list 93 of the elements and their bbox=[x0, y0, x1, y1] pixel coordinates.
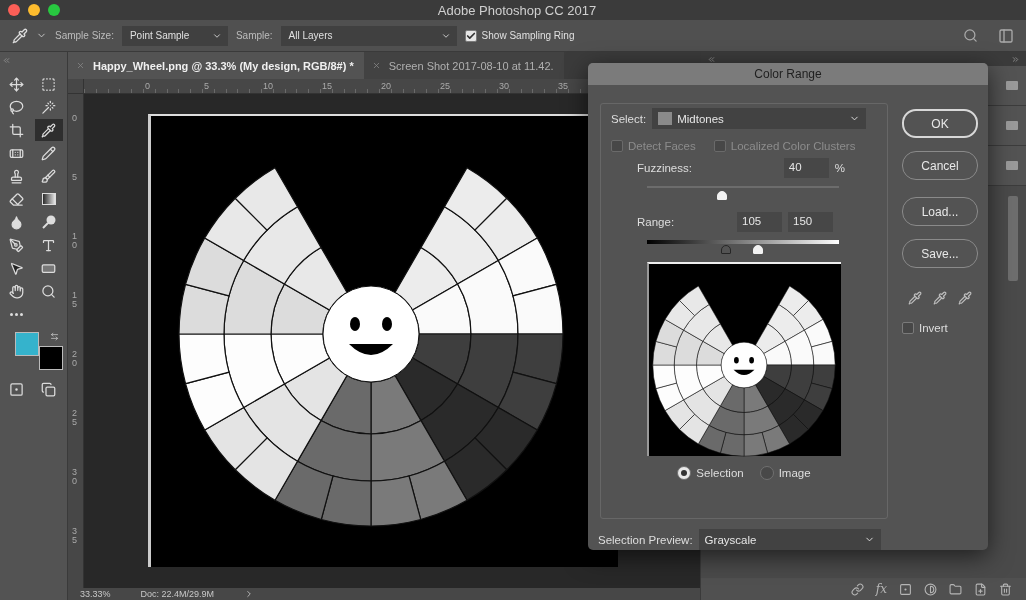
pointer-icon bbox=[9, 260, 24, 276]
more-icon bbox=[10, 312, 23, 316]
close-icon[interactable] bbox=[371, 61, 381, 70]
document-tab[interactable]: Screen Shot 2017-08-10 at 11.42. bbox=[363, 52, 564, 79]
eyedropper-icon[interactable] bbox=[12, 27, 28, 44]
range-field[interactable]: 105 bbox=[737, 212, 782, 232]
dialog-button[interactable]: Cancel bbox=[902, 151, 978, 180]
wand-icon bbox=[41, 99, 56, 115]
fuzziness-label: Fuzziness: bbox=[637, 162, 692, 174]
zoom-level: 33.33% bbox=[80, 588, 111, 600]
ruler-label: 15 bbox=[72, 291, 77, 312]
ruler-label: 15 bbox=[321, 80, 333, 93]
drop-icon bbox=[9, 214, 24, 230]
eraser-icon bbox=[9, 191, 24, 207]
checkbox-label: Show Sampling Ring bbox=[481, 30, 575, 41]
select-label: Select: bbox=[611, 112, 647, 125]
fx-button[interactable]: fx bbox=[875, 582, 887, 596]
ruler-label: 0 bbox=[72, 114, 77, 125]
ruler-label: 10 bbox=[72, 232, 77, 253]
search-icon[interactable] bbox=[963, 28, 978, 43]
half-circle-icon[interactable] bbox=[924, 582, 937, 596]
mask-icon bbox=[9, 381, 24, 397]
lollipop-icon bbox=[41, 215, 56, 229]
screens-icon bbox=[41, 381, 56, 397]
radio-button[interactable]: Image bbox=[759, 466, 811, 480]
ruler-label: 20 bbox=[72, 350, 77, 371]
ruler-label: 35 bbox=[72, 527, 77, 548]
selection-preview-dropdown[interactable]: Grayscale bbox=[698, 529, 881, 550]
eyedropper-plus-icon[interactable] bbox=[933, 291, 947, 305]
pencil-icon bbox=[41, 145, 56, 161]
dialog-title: Color Range bbox=[588, 63, 988, 85]
gradient-icon bbox=[41, 193, 56, 205]
document-size: Doc: 22.4M/29.9M bbox=[140, 588, 215, 600]
close-button[interactable] bbox=[8, 4, 20, 16]
percent-label: % bbox=[834, 162, 845, 174]
checkbox-label: Detect Faces bbox=[628, 140, 696, 152]
trash-icon[interactable] bbox=[999, 582, 1012, 596]
ruler-label: 10 bbox=[262, 80, 274, 93]
link-icon[interactable] bbox=[850, 582, 864, 596]
checkbox-label: Invert bbox=[919, 322, 948, 334]
select-dropdown[interactable]: Midtones bbox=[652, 108, 867, 129]
ruler-label: 25 bbox=[439, 80, 451, 93]
background-swatch[interactable] bbox=[38, 346, 63, 370]
ruler-label: 5 bbox=[203, 80, 210, 93]
ruler-label: 35 bbox=[557, 80, 569, 93]
new-layer-icon[interactable] bbox=[974, 582, 987, 596]
swatch-icon bbox=[658, 112, 673, 125]
expand-icon[interactable] bbox=[1011, 54, 1020, 64]
document-tab[interactable]: Happy_Wheel.png @ 33.3% (My design, RGB/8#) * bbox=[68, 52, 364, 79]
foreground-swatch[interactable] bbox=[14, 332, 39, 356]
brush-icon bbox=[41, 168, 56, 184]
lasso-icon bbox=[9, 99, 24, 115]
sample-size-label: Sample Size: bbox=[55, 30, 114, 41]
folder-icon[interactable] bbox=[949, 582, 962, 596]
range-field[interactable]: 150 bbox=[788, 212, 833, 232]
move-icon bbox=[9, 76, 24, 92]
radio-button[interactable]: Selection bbox=[677, 466, 744, 480]
eyedropper-icon[interactable] bbox=[907, 291, 922, 305]
window-title: Adobe Photoshop CC 2017 bbox=[436, 2, 598, 18]
collapse-icon[interactable] bbox=[707, 54, 716, 64]
panel-icon[interactable] bbox=[998, 27, 1014, 44]
scrollbar[interactable] bbox=[1008, 196, 1018, 281]
dialog-button[interactable]: Save... bbox=[902, 239, 978, 268]
eyedropper-minus-icon[interactable] bbox=[958, 291, 973, 305]
stamp-icon bbox=[9, 168, 24, 184]
range-label: Range: bbox=[637, 216, 676, 228]
checkbox[interactable] bbox=[464, 29, 477, 42]
eyedropper-icon bbox=[41, 122, 56, 138]
dashed-square-icon bbox=[41, 76, 56, 92]
ruler-label: 25 bbox=[72, 409, 77, 430]
ruler-label: 30 bbox=[498, 80, 510, 93]
ruler-label: 20 bbox=[380, 80, 392, 93]
sample-dropdown[interactable]: All Layers bbox=[280, 25, 457, 46]
ruler-label: 5 bbox=[72, 173, 77, 184]
zoom-icon bbox=[41, 283, 56, 299]
dialog-button[interactable]: OK bbox=[902, 109, 978, 138]
pen-icon bbox=[9, 237, 24, 253]
ruler-label: 0 bbox=[144, 80, 151, 93]
sample-size-dropdown[interactable]: Point Sample bbox=[121, 25, 228, 46]
ruler-label: 30 bbox=[72, 468, 77, 489]
dialog-button[interactable]: Load... bbox=[902, 197, 978, 226]
tool-button[interactable] bbox=[34, 119, 63, 141]
selection-preview-label: Selection Preview: bbox=[598, 533, 693, 546]
minimize-button[interactable] bbox=[28, 4, 40, 16]
mask-icon[interactable] bbox=[899, 582, 912, 596]
crop-icon bbox=[9, 122, 24, 138]
fuzziness-field[interactable]: 40 bbox=[783, 158, 829, 178]
swap-icon[interactable] bbox=[49, 332, 59, 341]
checkbox[interactable] bbox=[902, 322, 914, 334]
sample-label: Sample: bbox=[235, 30, 273, 41]
type-icon bbox=[41, 237, 56, 253]
zoom-button[interactable] bbox=[48, 4, 60, 16]
hand-icon bbox=[9, 283, 24, 299]
